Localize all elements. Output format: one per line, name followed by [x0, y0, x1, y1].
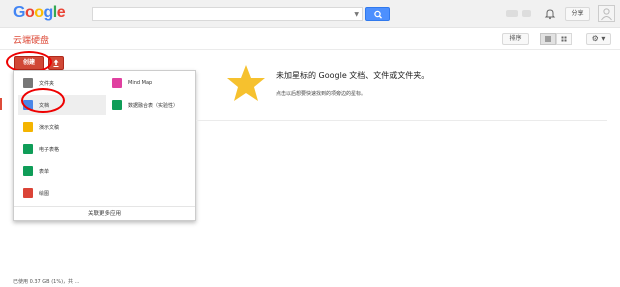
empty-state-title: 未加星标的 Google 文档、文件或文件夹。: [276, 71, 430, 80]
menu-item-spreadsheet[interactable]: 电子表格: [18, 139, 106, 159]
account-name-placeholder[interactable]: [506, 10, 518, 17]
star-icon: [227, 65, 265, 101]
list-view-button[interactable]: [540, 33, 556, 45]
logo-letter: g: [43, 4, 54, 21]
search-button[interactable]: [365, 7, 390, 21]
spreadsheet-icon: [23, 144, 33, 154]
gear-icon: ⚙ ▾: [591, 34, 606, 43]
menu-item-drawing[interactable]: 绘图: [18, 183, 106, 203]
search-options-chevron-icon[interactable]: ▼: [354, 11, 359, 18]
folder-icon: [23, 78, 33, 88]
annotation-circle-document: [21, 88, 65, 113]
menu-item-label: 文件夹: [39, 80, 55, 87]
fusion-tables-icon: [112, 100, 122, 110]
menu-item-presentation[interactable]: 演示文稿: [18, 117, 106, 137]
logo-letter: G: [13, 4, 25, 21]
settings-button[interactable]: ⚙ ▾: [586, 33, 611, 45]
notifications-bell-icon[interactable]: [544, 8, 556, 20]
share-button[interactable]: 分享: [565, 7, 590, 21]
apps-grid-icon[interactable]: [522, 10, 531, 17]
avatar[interactable]: [598, 5, 615, 22]
menu-item-fusion-tables[interactable]: 数据融合表（实验性）: [109, 95, 195, 115]
toolbar-divider: [0, 49, 620, 50]
menu-item-label: 演示文稿: [39, 124, 60, 131]
mindmap-icon: [112, 78, 122, 88]
empty-state-subtitle: 点击以后想要快速找到的项旁边的星标。: [276, 91, 367, 97]
presentation-icon: [23, 122, 33, 132]
connect-more-apps-link[interactable]: 关联更多应用: [14, 206, 195, 220]
grid-view-icon: [561, 36, 567, 42]
menu-item-label: 数据融合表（实验性）: [128, 102, 179, 109]
logo-letter: o: [24, 4, 35, 21]
menu-item-label: 表单: [39, 168, 50, 175]
form-icon: [23, 166, 33, 176]
search-input[interactable]: ▼: [92, 7, 363, 21]
menu-item-form[interactable]: 表单: [18, 161, 106, 181]
content-divider: [196, 120, 607, 121]
storage-usage: 已使用 0.37 GB (1%)，共 ...: [13, 279, 80, 285]
menu-item-label: 绘图: [39, 190, 50, 197]
sort-button[interactable]: 排序: [502, 33, 529, 45]
drive-title[interactable]: 云端硬盘: [13, 33, 49, 46]
menu-item-mindmap[interactable]: Mind Map: [109, 73, 195, 93]
drawing-icon: [23, 188, 33, 198]
list-view-icon: [545, 36, 551, 42]
grid-view-button[interactable]: [556, 33, 572, 45]
menu-item-label: Mind Map: [128, 80, 153, 86]
top-bar: Google ▼ 分享: [0, 0, 620, 28]
menu-item-label: 电子表格: [39, 146, 60, 153]
google-logo[interactable]: Google: [13, 4, 66, 22]
logo-letter: e: [56, 4, 66, 21]
nav-selection-marker: [0, 98, 2, 110]
search-icon: [374, 10, 383, 19]
logo-letter: o: [34, 4, 44, 21]
